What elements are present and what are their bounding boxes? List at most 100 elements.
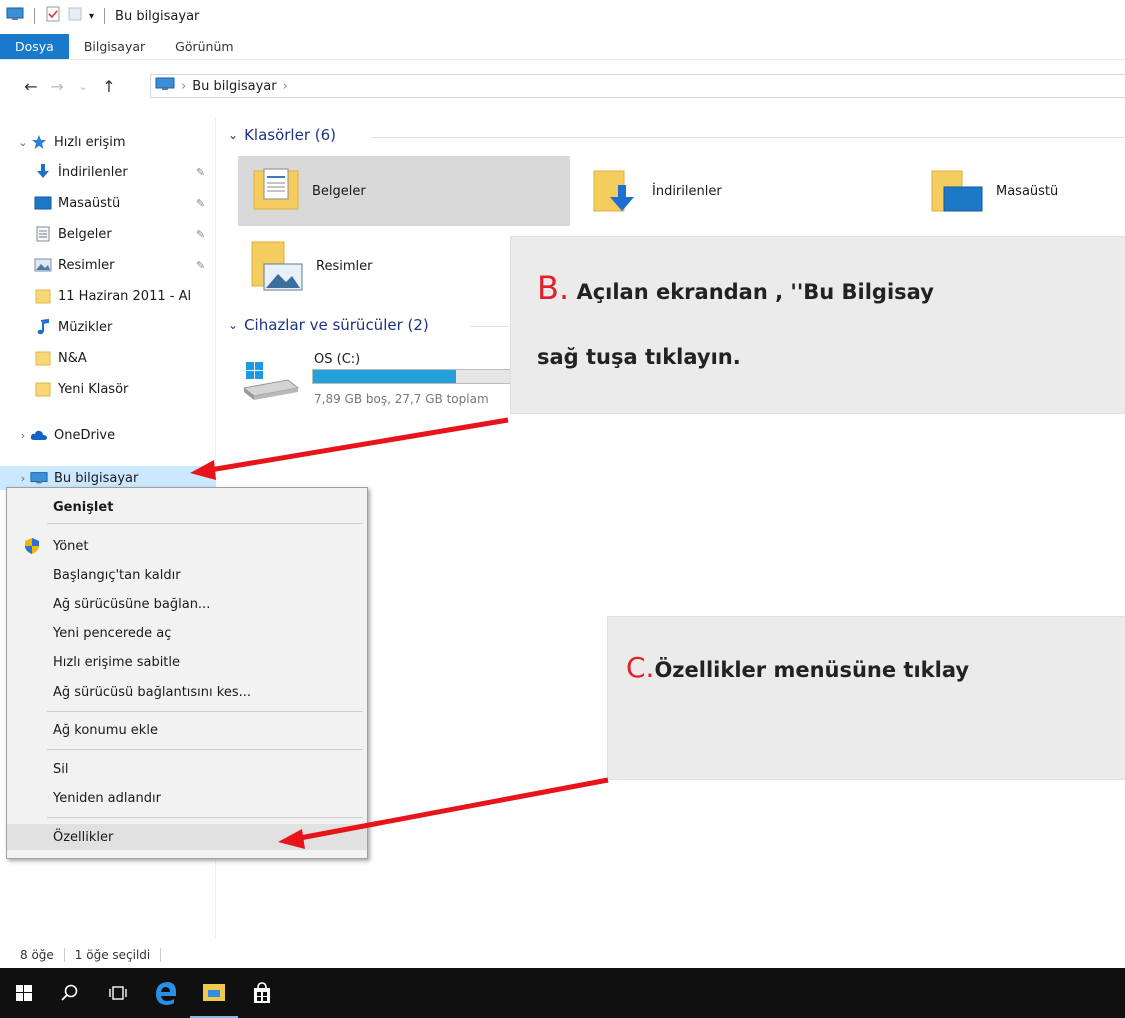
devices-group-header[interactable]: ⌄ Cihazlar ve sürücüler (2) [228,316,429,334]
status-bar: 8 öğe 1 öğe seçildi [0,944,1125,966]
nav-label: Müzikler [58,319,113,335]
pin-icon[interactable]: ✎ [196,166,205,179]
chevron-right-icon[interactable]: › [16,429,30,442]
folders-group-header[interactable]: ⌄ Klasörler (6) [228,126,336,144]
nav-item-pictures[interactable]: Resimler ✎ [0,253,216,277]
nav-item-desktop[interactable]: Masaüstü ✎ [0,191,216,215]
callout-b: B. Açılan ekrandan , ''Bu Bilgisay sağ t… [510,236,1125,414]
drive-info: 7,89 GB boş, 27,7 GB toplam [314,392,489,406]
nav-item-folder[interactable]: N&A [0,346,216,370]
nav-label: Bu bilgisayar [54,470,139,486]
store-icon[interactable] [238,968,286,1018]
ribbon-tabs: Dosya Bilgisayar Görünüm [0,34,1125,60]
divider [160,948,162,962]
computer-icon [155,77,175,95]
folder-label: İndirilenler [652,183,722,199]
file-explorer-icon[interactable] [190,968,238,1018]
callout-letter: B. [537,269,570,307]
folder-label: Masaüstü [996,183,1059,199]
address-input[interactable]: › Bu bilgisayar › [150,74,1125,98]
menu-item-pin-quick-access[interactable]: Hızlı erişime sabitle [7,649,367,675]
nav-item-music[interactable]: Müzikler [0,315,216,339]
drive-usage-fill [313,370,456,383]
nav-item-downloads[interactable]: İndirilenler ✎ [0,160,216,184]
properties-icon[interactable] [45,6,61,26]
folder-icon [34,381,52,397]
nav-onedrive[interactable]: › OneDrive [0,423,216,447]
callout-text: sağ tuşa tıklayın. [537,345,741,369]
desktop-icon [34,195,52,211]
quick-access-toolbar: ▾ Bu bilgisayar [0,6,199,26]
callout-c: C.Özellikler menüsüne tıklay [607,616,1125,780]
chevron-down-icon[interactable]: ⌄ [228,318,238,332]
new-folder-icon[interactable] [67,6,83,26]
nav-label: 11 Haziran 2011 - Al [58,288,192,304]
desktop-folder-icon [930,165,984,217]
edge-browser-icon[interactable] [142,968,190,1018]
recent-locations-icon[interactable]: ⌄ [70,80,96,93]
folder-label: Belgeler [312,183,366,199]
menu-item-manage[interactable]: Yönet [7,533,367,559]
folder-label: Resimler [316,258,373,274]
computer-icon [30,470,48,486]
menu-separator [47,711,363,712]
nav-item-documents[interactable]: Belgeler ✎ [0,222,216,246]
callout-letter: C. [626,651,655,684]
context-menu: Genişlet Yönet Başlangıç'tan kaldır Ağ s… [6,487,368,859]
drive-name: OS (C:) [314,352,361,367]
callout-text: Açılan ekrandan , ''Bu Bilgisay [576,280,934,304]
taskbar [0,968,1125,1018]
nav-label: İndirilenler [58,164,128,180]
group-divider [370,137,1125,138]
chevron-right-icon[interactable]: › [16,472,30,485]
menu-item-unpin-start[interactable]: Başlangıç'tan kaldır [7,562,367,588]
menu-item-add-network-location[interactable]: Ağ konumu ekle [7,717,367,743]
nav-item-folder[interactable]: Yeni Klasör [0,377,216,401]
selected-count: 1 öğe seçildi [74,948,151,962]
drive-usage-bar [312,369,512,384]
search-icon[interactable] [46,968,94,1018]
menu-item-expand[interactable]: Genişlet [7,494,367,520]
pin-icon[interactable]: ✎ [196,228,205,241]
pin-icon[interactable]: ✎ [196,259,205,272]
folder-tile-desktop[interactable]: Masaüstü [926,158,1125,224]
menu-item-properties[interactable]: Özellikler [7,824,367,850]
nav-item-folder[interactable]: 11 Haziran 2011 - Al [0,284,216,308]
cloud-icon [30,427,48,443]
shield-icon [23,537,41,559]
breadcrumb-separator-icon: › [282,78,288,94]
nav-label: Yeni Klasör [58,381,129,397]
task-view-icon[interactable] [94,968,142,1018]
nav-label: N&A [58,350,87,366]
menu-separator [47,523,363,524]
arrow-b-line [209,417,509,473]
menu-item-disconnect-network-drive[interactable]: Ağ sürücüsü bağlantısını kes... [7,679,367,705]
nav-label: Resimler [58,257,115,273]
pin-icon[interactable]: ✎ [196,197,205,210]
tab-file[interactable]: Dosya [0,34,69,59]
divider [63,948,65,962]
drive-icon [242,360,300,406]
tab-computer[interactable]: Bilgisayar [69,34,160,59]
chevron-down-icon[interactable]: ⌄ [228,128,238,142]
menu-item-delete[interactable]: Sil [7,756,367,782]
windows-start-icon[interactable] [0,968,48,1018]
tab-view[interactable]: Görünüm [160,34,248,59]
pictures-folder-icon [250,236,304,296]
breadcrumb-item[interactable]: Bu bilgisayar [192,79,276,94]
menu-item-open-new-window[interactable]: Yeni pencerede aç [7,620,367,646]
forward-icon[interactable]: → [44,77,70,96]
menu-item-map-network-drive[interactable]: Ağ sürücüsüne bağlan... [7,591,367,617]
menu-item-rename[interactable]: Yeniden adlandır [7,785,367,811]
customize-dropdown-icon[interactable]: ▾ [89,11,94,22]
computer-icon[interactable] [6,7,24,25]
back-icon[interactable]: ← [18,77,44,96]
folder-tile-documents[interactable]: Belgeler [238,156,570,226]
folder-tile-pictures[interactable]: Resimler [250,236,510,296]
up-icon[interactable]: ↑ [96,77,122,96]
nav-quick-access[interactable]: ⌄ Hızlı erişim [0,130,216,154]
chevron-down-icon[interactable]: ⌄ [16,136,30,149]
folder-icon [34,288,52,304]
folder-tile-downloads[interactable]: İndirilenler [588,158,888,224]
music-icon [34,319,52,335]
